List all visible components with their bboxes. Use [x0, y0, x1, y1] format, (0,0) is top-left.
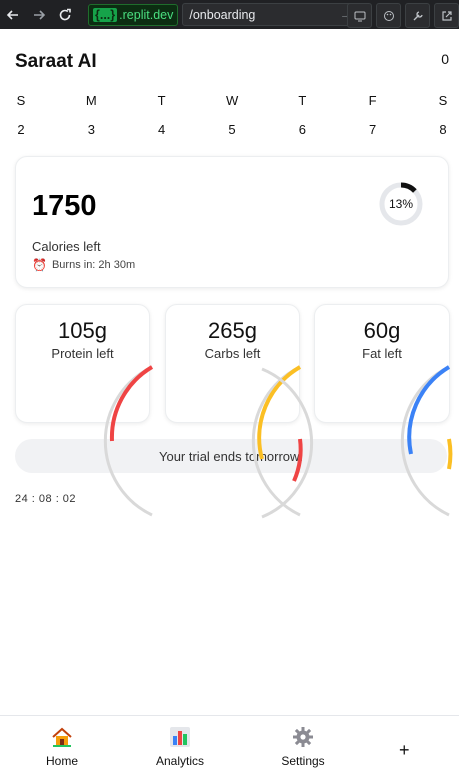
arrow-left-icon [6, 9, 18, 20]
date-label[interactable]: 7 [367, 122, 379, 137]
burn-time: ⏰ Burns in: 2h 30m [32, 258, 135, 272]
replit-braces-icon: {...} [93, 7, 118, 22]
weekday-label[interactable]: F [367, 93, 379, 108]
protein-value: 105g [58, 318, 107, 343]
browser-toolbar: {...} .replit.dev /onboarding → [0, 0, 459, 29]
reload-icon [59, 8, 71, 20]
weekday-label[interactable]: S [437, 93, 449, 108]
date-label[interactable]: 8 [437, 122, 449, 137]
calories-label: Calories left [32, 239, 101, 254]
domain-badge[interactable]: {...} .replit.dev [88, 3, 179, 26]
new-window-button[interactable] [434, 3, 459, 28]
protein-label: Protein left [51, 346, 114, 361]
tab-home-label: Home [45, 754, 78, 768]
date-label[interactable]: 2 [15, 122, 27, 137]
fat-label: Fat left [362, 346, 402, 361]
bottom-tab-bar: Home Analytics Settings + [0, 715, 459, 779]
tab-home[interactable]: Home [22, 726, 102, 768]
weekday-label[interactable]: M [85, 93, 97, 108]
trial-countdown: 24 : 08 : 02 [15, 493, 77, 505]
streak-count[interactable]: 0 [441, 51, 449, 73]
date-label[interactable]: 5 [226, 122, 238, 137]
weekday-label[interactable]: T [156, 93, 168, 108]
trial-text: Your trial ends tomorrow! [158, 448, 304, 464]
gear-icon [293, 727, 313, 747]
back-button[interactable] [0, 0, 26, 29]
arrow-right-icon [34, 9, 46, 20]
devtools-button[interactable] [405, 3, 430, 28]
address-bar[interactable]: {...} .replit.dev /onboarding → [88, 3, 358, 26]
wrench-icon [413, 10, 423, 20]
date-label[interactable]: 3 [85, 122, 97, 137]
date-label[interactable]: 4 [156, 122, 168, 137]
trial-banner[interactable]: Your trial ends tomorrow! [15, 439, 447, 473]
protein-card[interactable]: 105g Protein left [15, 304, 150, 423]
fat-card[interactable]: 60g Fat left [314, 304, 450, 423]
domain-text: .replit.dev [119, 7, 174, 22]
devices-button[interactable] [347, 3, 372, 28]
calories-value: 1750 [32, 190, 97, 222]
tab-settings[interactable]: Settings [263, 726, 343, 768]
bar-chart-icon [170, 727, 190, 747]
carbs-value: 265g [208, 318, 257, 343]
week-strip: S M T W T F S 2 3 4 5 6 7 8 [15, 93, 449, 137]
palette-icon [383, 10, 394, 21]
calories-card[interactable]: 1750 Calories left ⏰ Burns in: 2h 30m 13… [15, 156, 449, 288]
alarm-clock-icon: ⏰ [32, 258, 47, 272]
app-header: Saraat AI 0 [15, 51, 449, 73]
date-row: 2 3 4 5 6 7 8 [15, 122, 449, 137]
date-label[interactable]: 6 [296, 122, 308, 137]
url-path-text: /onboarding [189, 7, 256, 22]
reload-button[interactable] [52, 0, 78, 29]
calories-progress-label: 13% [388, 197, 414, 211]
tab-analytics-label: Analytics [155, 754, 205, 768]
weekday-label[interactable]: W [226, 93, 238, 108]
carbs-label: Carbs left [204, 346, 261, 361]
carbs-card[interactable]: 265g Carbs left [165, 304, 300, 423]
fat-value: 60g [363, 318, 401, 343]
monitor-icon [354, 11, 365, 21]
app-screen: Saraat AI 0 S M T W T F S 2 3 4 5 6 7 8 … [0, 29, 459, 779]
burn-time-text: Burns in: 2h 30m [51, 259, 136, 271]
weekday-label[interactable]: S [15, 93, 27, 108]
tab-analytics[interactable]: Analytics [140, 726, 220, 768]
tab-settings-label: Settings [281, 754, 325, 768]
forward-button[interactable] [26, 0, 52, 29]
add-button[interactable]: + [399, 740, 410, 761]
weekday-row: S M T W T F S [15, 93, 449, 108]
house-icon [52, 727, 72, 747]
url-path-input[interactable]: /onboarding → [182, 3, 358, 26]
app-title: Saraat AI [15, 51, 97, 72]
weekday-label[interactable]: T [296, 93, 308, 108]
external-link-icon [441, 10, 452, 21]
theme-button[interactable] [376, 3, 401, 28]
